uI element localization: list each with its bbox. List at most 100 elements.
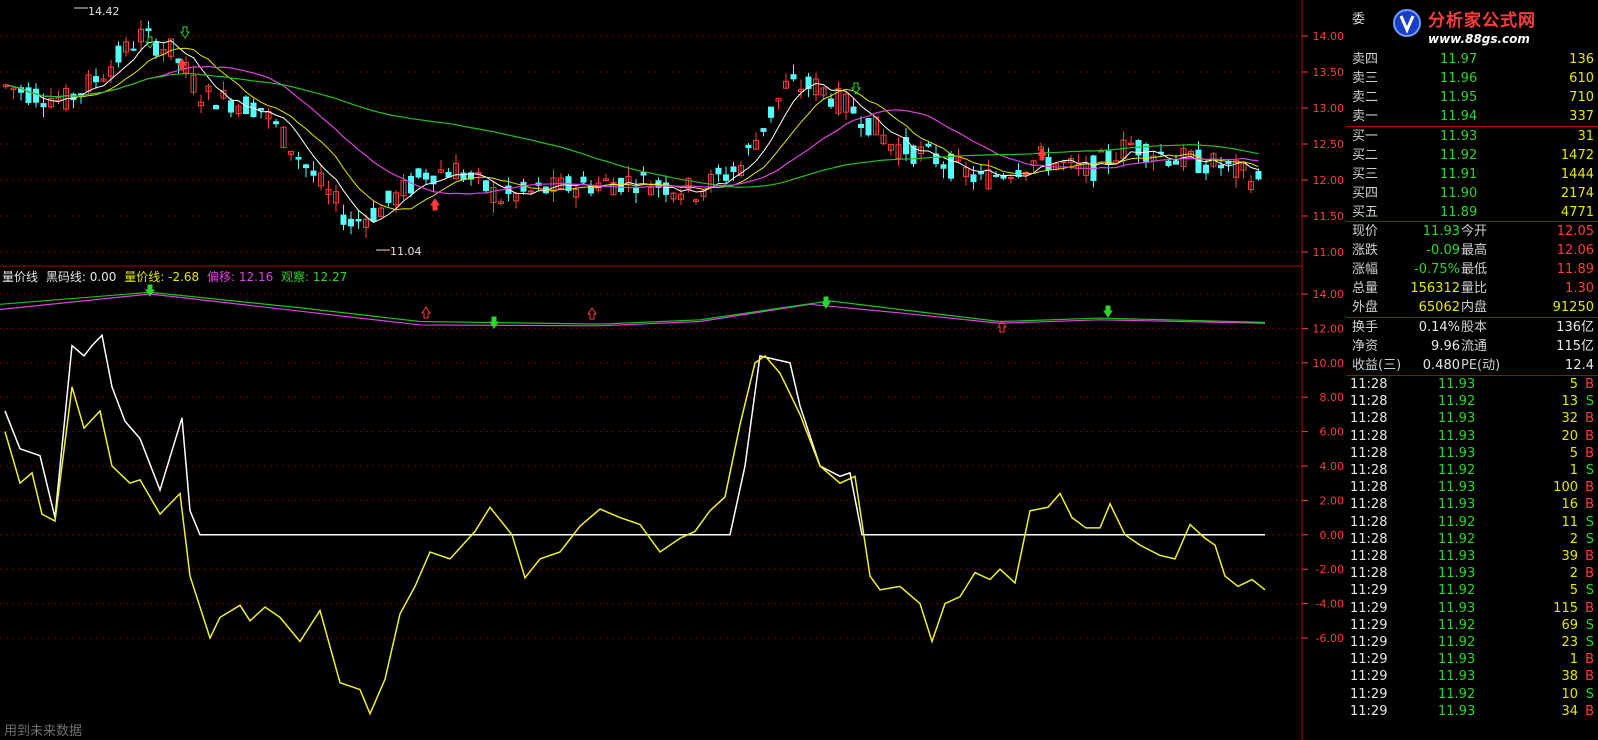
- sell-volume: 710: [1569, 90, 1594, 105]
- site-logo: 分析家公式网 www.88gs.com: [1372, 0, 1598, 52]
- tick-row: 11:28 11.92 2 S: [1346, 531, 1598, 548]
- observe-value: 观察: 12.27: [281, 270, 348, 284]
- candle-body: [250, 102, 257, 118]
- tick-time: 11:28: [1350, 531, 1388, 547]
- stats-label-2: PE(动): [1461, 358, 1501, 373]
- tick-row: 11:29 11.93 34 B: [1346, 703, 1598, 720]
- candle-body: [423, 172, 429, 180]
- buy-signal-icon: [430, 198, 440, 211]
- candle-body: [415, 168, 422, 178]
- tick-row: 11:28 11.93 5 B: [1346, 376, 1598, 393]
- tick-volume: 5: [1569, 583, 1578, 599]
- stats-row: 换手 0.14% 股本 136亿: [1346, 318, 1598, 337]
- stats-value: 0.14%: [1418, 320, 1460, 335]
- tick-price: 11.92: [1438, 583, 1476, 599]
- sell-volume: 136: [1569, 52, 1594, 67]
- buy-row: 买一 11.93 31: [1346, 127, 1598, 146]
- tick-row: 11:29 11.92 5 S: [1346, 582, 1598, 599]
- sell-label: 卖四: [1352, 52, 1379, 67]
- chart-area[interactable]: 14.00 13.50 13.00 12.50 12.00 11.50 11.00 14.00…: [0, 0, 1344, 740]
- sell-label: 卖三: [1352, 71, 1379, 86]
- chart-canvas[interactable]: 14.00 13.50 13.00 12.50 12.00 11.50 11.00 14.00…: [0, 0, 1346, 740]
- tick-time: 11:29: [1350, 669, 1388, 685]
- tick-price: 11.92: [1438, 635, 1476, 650]
- candle-body: [723, 174, 729, 181]
- stats-value-2: 115亿: [1556, 339, 1594, 354]
- quote-value: -0.75%: [1414, 262, 1460, 277]
- tick-direction: B: [1585, 652, 1594, 668]
- tick-row: 11:29 11.92 23 S: [1346, 634, 1598, 651]
- candle-body: [1255, 170, 1262, 180]
- indicator-axis-label: -4.00: [1316, 598, 1344, 611]
- buy-volume: 1472: [1560, 148, 1594, 163]
- sell-volume: 337: [1569, 109, 1594, 124]
- tick-price: 11.93: [1438, 549, 1476, 564]
- candle-body: [153, 41, 159, 56]
- candle-body: [715, 167, 722, 175]
- stats-label: 净资: [1352, 339, 1379, 354]
- quote-label-2: 最低: [1461, 262, 1488, 277]
- candle-body: [483, 180, 489, 192]
- candle-body: [355, 219, 362, 222]
- candle-body: [1195, 149, 1202, 174]
- sell-price: 11.96: [1440, 71, 1478, 86]
- stats-value: 0.480: [1422, 358, 1460, 373]
- black-code-line: [4, 333, 1265, 536]
- buy-label: 买五: [1352, 205, 1379, 220]
- vol-price-value: 量价线: -2.68: [124, 270, 200, 284]
- tick-time: 11:28: [1350, 445, 1388, 461]
- candle-body: [370, 207, 377, 222]
- candle-body: [1203, 164, 1209, 174]
- indicator-axis-label: 10.00: [1313, 357, 1345, 370]
- tick-volume: 38: [1561, 669, 1578, 685]
- stats-label-2: 流通: [1461, 339, 1488, 354]
- tick-price: 11.93: [1438, 411, 1476, 427]
- tick-direction: B: [1585, 566, 1594, 582]
- quote-row: 涨跌 -0.09 最高 12.06: [1346, 241, 1598, 260]
- sell-price: 11.94: [1440, 109, 1478, 124]
- quote-label-2: 量比: [1461, 281, 1488, 296]
- tick-row: 11:29 11.93 115 B: [1346, 600, 1598, 617]
- offset-value: 偏移: 12.16: [207, 270, 274, 284]
- tick-direction: B: [1585, 445, 1594, 461]
- quote-label-2: 内盘: [1461, 300, 1488, 315]
- buy-price: 11.91: [1440, 167, 1478, 182]
- tick-volume: 39: [1561, 549, 1578, 564]
- candle-body: [940, 164, 947, 169]
- buy-label: 买四: [1352, 186, 1379, 201]
- tick-volume: 2: [1569, 531, 1578, 547]
- candle-body: [1173, 160, 1179, 165]
- indicator-name: 量价线: [2, 270, 39, 284]
- tick-price: 11.92: [1438, 394, 1476, 410]
- candle-body: [1218, 164, 1224, 169]
- indicator-axis-label: 12.00: [1313, 322, 1345, 335]
- candle-body: [385, 190, 392, 203]
- tick-time: 11:29: [1350, 600, 1388, 616]
- candle-body: [640, 172, 647, 176]
- buy-label: 买一: [1352, 129, 1379, 144]
- tick-direction: S: [1585, 514, 1594, 530]
- candle-body: [528, 190, 534, 193]
- candle-body: [273, 121, 279, 125]
- tick-price: 11.92: [1438, 514, 1476, 530]
- tick-row: 11:28 11.93 16 B: [1346, 496, 1598, 513]
- candle-body: [40, 103, 47, 108]
- offset-line: [0, 293, 1266, 327]
- candle-body: [850, 106, 857, 114]
- candle-body: [258, 108, 264, 111]
- candle-body: [520, 181, 527, 192]
- tick-volume: 23: [1561, 635, 1578, 650]
- candle-body: [295, 157, 302, 160]
- quote-label: 涨幅: [1352, 262, 1379, 277]
- tick-time: 11:29: [1350, 583, 1388, 599]
- quote-value-2: 11.89: [1556, 262, 1594, 277]
- tick-volume: 1: [1569, 652, 1578, 668]
- candle-body: [33, 88, 39, 103]
- tick-direction: S: [1585, 635, 1594, 650]
- tick-direction: S: [1585, 686, 1594, 702]
- price-axis-label: 11.50: [1313, 210, 1345, 223]
- tick-time: 11:29: [1350, 617, 1388, 633]
- tick-price: 11.93: [1438, 669, 1476, 685]
- logo-title: 分析家公式网: [1428, 11, 1536, 31]
- tick-row: 11:29 11.93 38 B: [1346, 668, 1598, 685]
